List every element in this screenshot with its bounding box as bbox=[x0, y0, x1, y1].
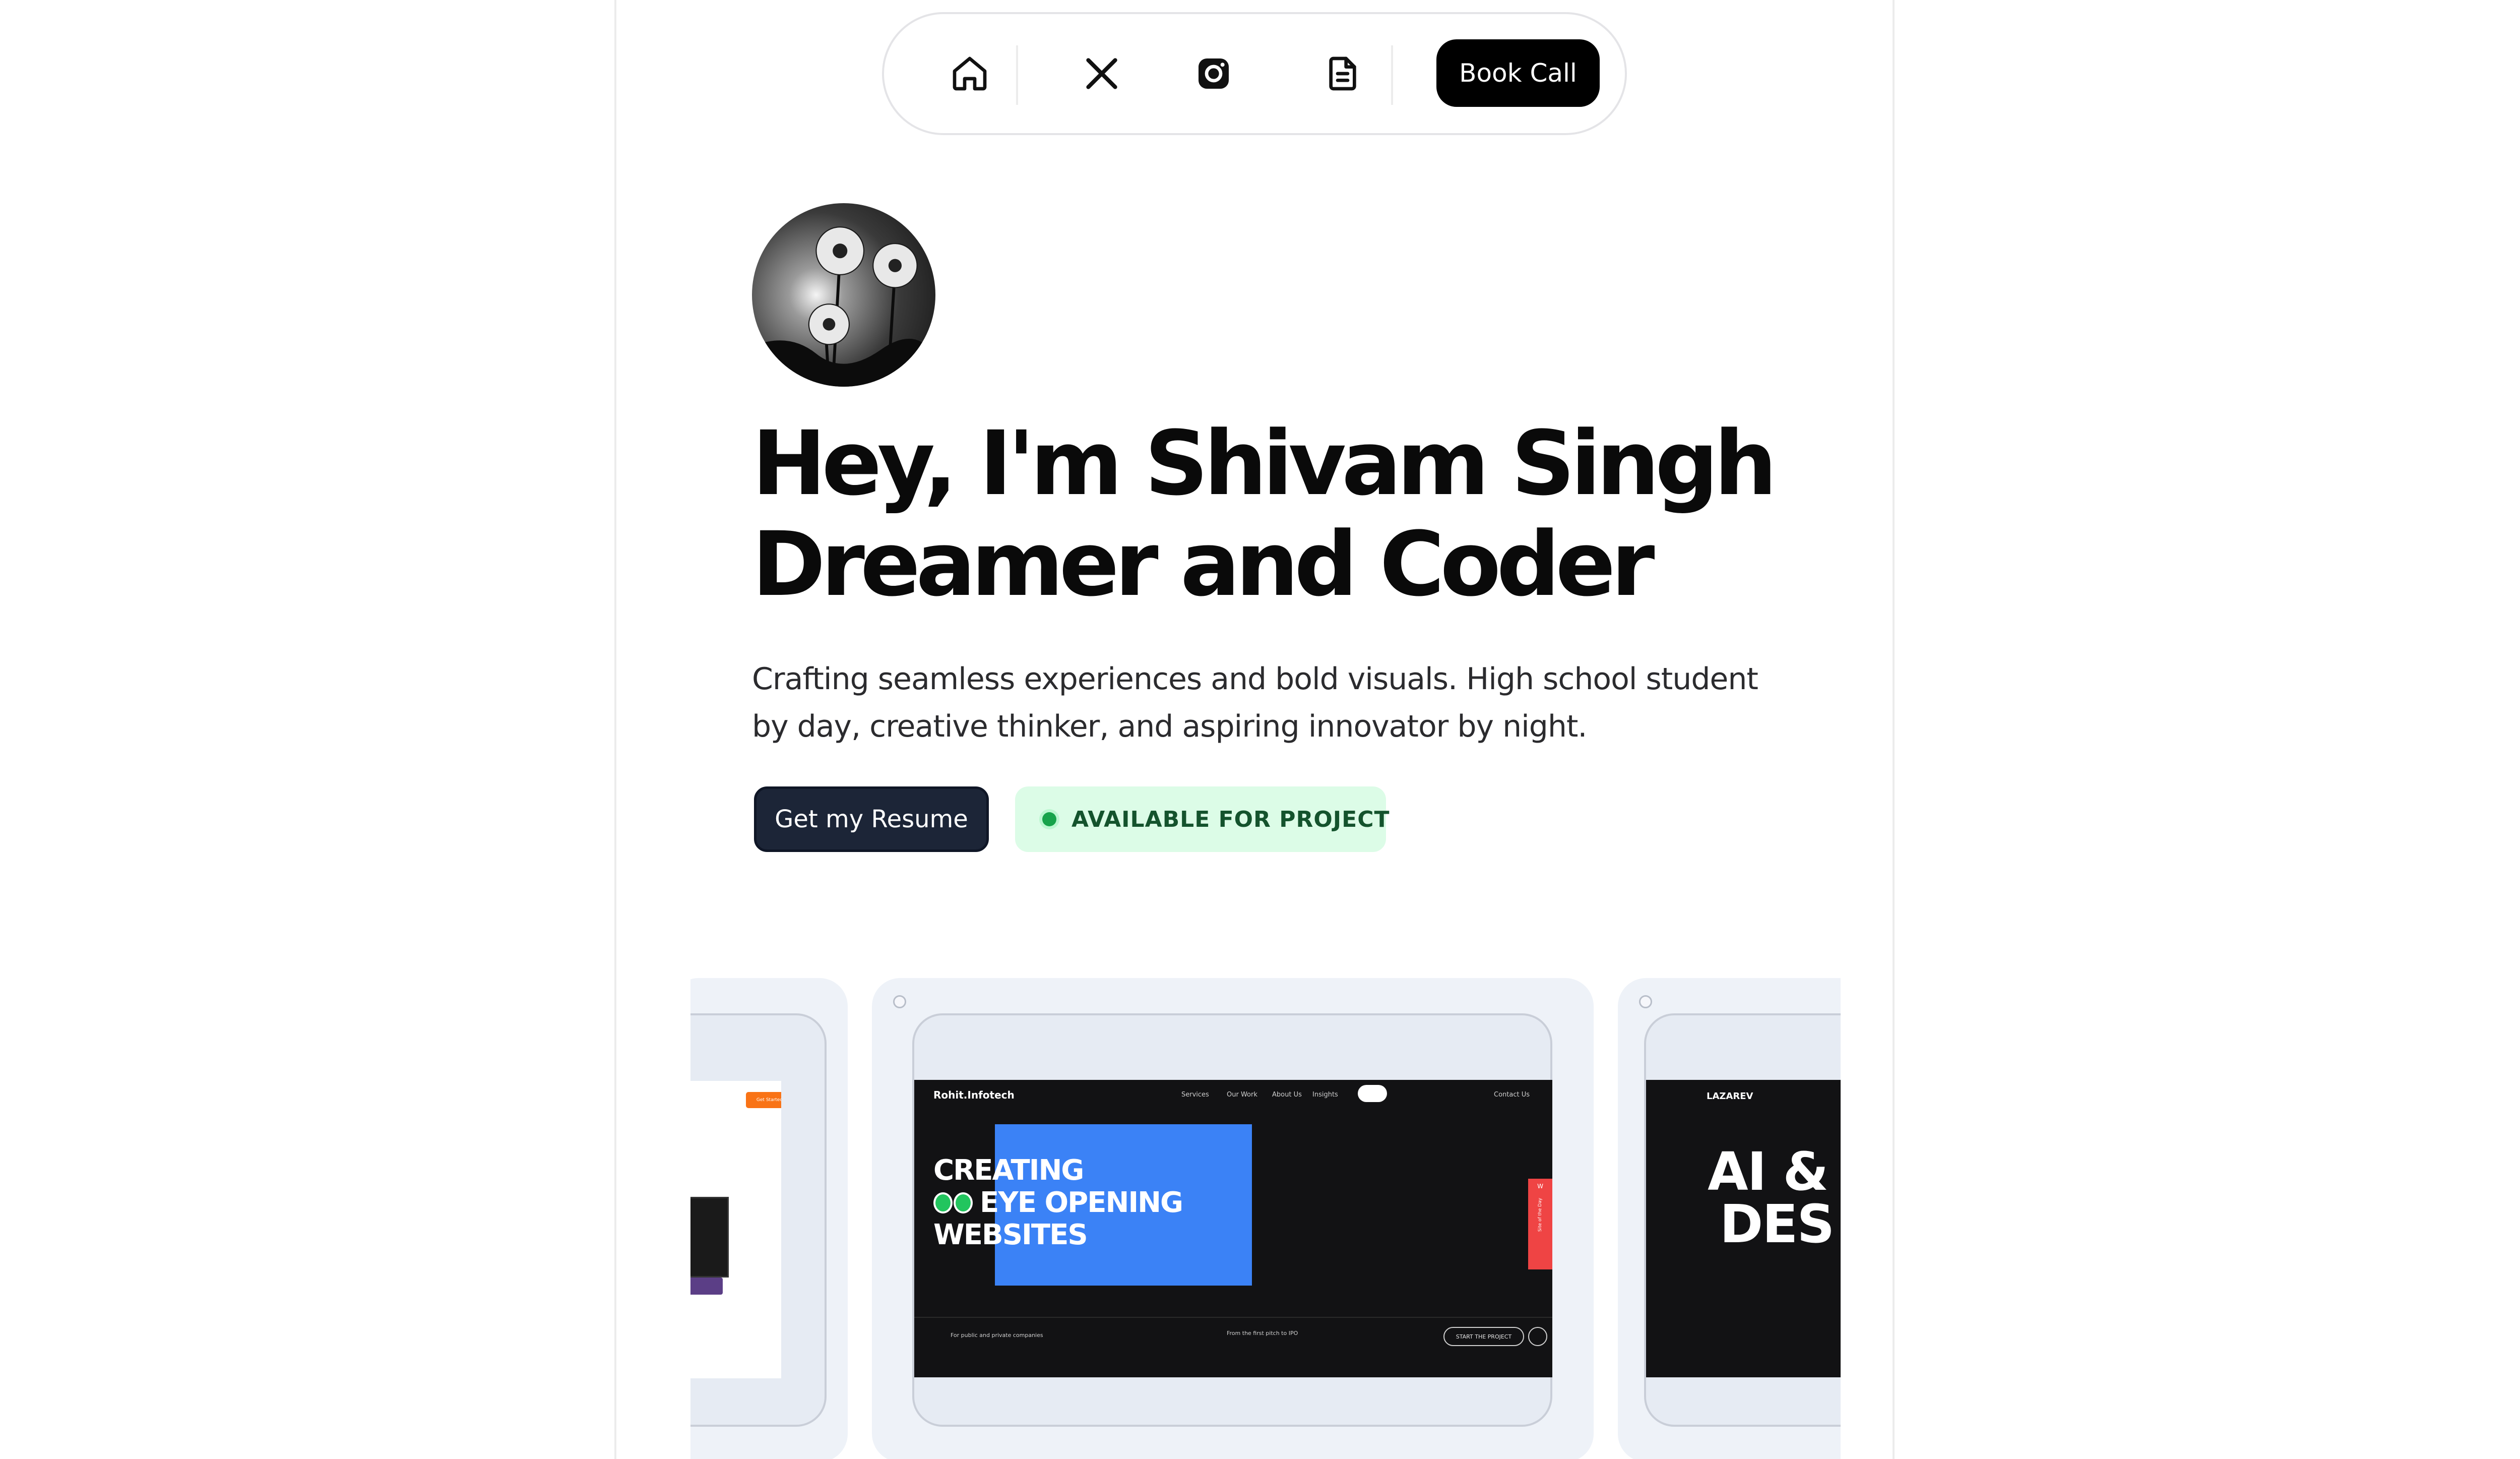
award-side-tab: W Site of the Day bbox=[1528, 1179, 1552, 1269]
headline-line-1: Hey, I'm Shivam Singh bbox=[752, 412, 1777, 515]
site-nav-1: Services bbox=[1181, 1091, 1209, 1099]
nav-divider bbox=[1391, 45, 1393, 105]
instagram-icon[interactable] bbox=[1189, 49, 1238, 98]
project-carousel[interactable]: Get Started Rohit.Infotech Services Our … bbox=[690, 973, 1841, 1459]
avatar-flowers-image bbox=[752, 226, 935, 387]
site-footer-mid: From the first pitch to IPO bbox=[1227, 1330, 1298, 1336]
laptop-base bbox=[690, 1278, 723, 1295]
site-nav-4: Insights bbox=[1312, 1091, 1338, 1099]
headline-line-2: Dreamer and Coder bbox=[752, 513, 1655, 616]
site-headline: CREATING EYE OPENING WEBSITES bbox=[933, 1154, 1183, 1251]
eyes-icon bbox=[933, 1190, 975, 1215]
subtitle-line-2: by day, creative thinker, and aspiring i… bbox=[752, 709, 1587, 744]
arrow-circle-icon bbox=[1528, 1327, 1547, 1346]
project-card-left[interactable]: Get Started bbox=[690, 978, 848, 1459]
hero-subtitle: Crafting seamless experiences and bold v… bbox=[752, 655, 1760, 750]
document-icon[interactable] bbox=[1318, 49, 1367, 98]
availability-label: AVAILABLE FOR PROJECT bbox=[1072, 806, 1390, 832]
site-headline: AI & DES bbox=[1702, 1141, 1835, 1255]
site-divider bbox=[914, 1317, 1552, 1318]
start-project-button: START THE PROJECT bbox=[1443, 1327, 1524, 1346]
site-nav-2: Our Work bbox=[1227, 1091, 1257, 1099]
book-call-button[interactable]: Book Call bbox=[1436, 39, 1600, 107]
project-screen: Get Started bbox=[690, 1081, 781, 1378]
device-frame: Rohit.Infotech Services Our Work About U… bbox=[912, 1013, 1552, 1427]
site-headline-line-2-row: EYE OPENING bbox=[933, 1186, 1183, 1219]
x-logo-icon[interactable] bbox=[1078, 49, 1126, 98]
card-ring-icon bbox=[893, 995, 906, 1008]
nav-divider bbox=[1016, 45, 1018, 105]
site-contact: Contact Us bbox=[1494, 1091, 1530, 1099]
site-headline-line-1: CREATING bbox=[933, 1154, 1084, 1187]
get-started-button: Get Started bbox=[746, 1092, 781, 1108]
site-headline-line-3: WEBSITES bbox=[933, 1219, 1088, 1251]
site-nav-3: About Us bbox=[1272, 1091, 1302, 1099]
site-headline-line-2: DES bbox=[1720, 1193, 1835, 1255]
award-tab-letter: W bbox=[1537, 1183, 1543, 1190]
hero-headline: Hey, I'm Shivam Singh Dreamer and Coder bbox=[752, 412, 1777, 616]
laptop-illustration bbox=[690, 1197, 729, 1278]
get-resume-button[interactable]: Get my Resume bbox=[754, 786, 989, 852]
project-screen: LAZAREV AI & DES bbox=[1646, 1080, 1841, 1377]
availability-badge: AVAILABLE FOR PROJECT bbox=[1015, 786, 1390, 852]
project-screen: Rohit.Infotech Services Our Work About U… bbox=[914, 1080, 1552, 1377]
card-ring-icon bbox=[1639, 995, 1652, 1008]
project-card-right[interactable]: LAZAREV AI & DES bbox=[1618, 978, 1841, 1459]
site-logo: Rohit.Infotech bbox=[933, 1089, 1015, 1101]
award-tab-label: Site of the Day bbox=[1538, 1198, 1543, 1232]
site-logo: LAZAREV bbox=[1707, 1091, 1753, 1102]
subtitle-line-1: Crafting seamless experiences and bold v… bbox=[752, 661, 1758, 697]
site-headline-line-1: AI & bbox=[1708, 1141, 1829, 1202]
home-icon[interactable] bbox=[946, 49, 994, 98]
project-card-center[interactable]: Rohit.Infotech Services Our Work About U… bbox=[872, 978, 1594, 1459]
site-footer-left: For public and private companies bbox=[951, 1332, 1043, 1339]
site-headline-line-2: EYE OPENING bbox=[980, 1186, 1183, 1219]
site-toggle bbox=[1358, 1085, 1387, 1102]
status-dot-icon bbox=[1042, 812, 1056, 826]
device-frame: Get Started bbox=[690, 1013, 827, 1427]
avatar bbox=[752, 203, 935, 387]
device-frame: LAZAREV AI & DES bbox=[1644, 1013, 1841, 1427]
